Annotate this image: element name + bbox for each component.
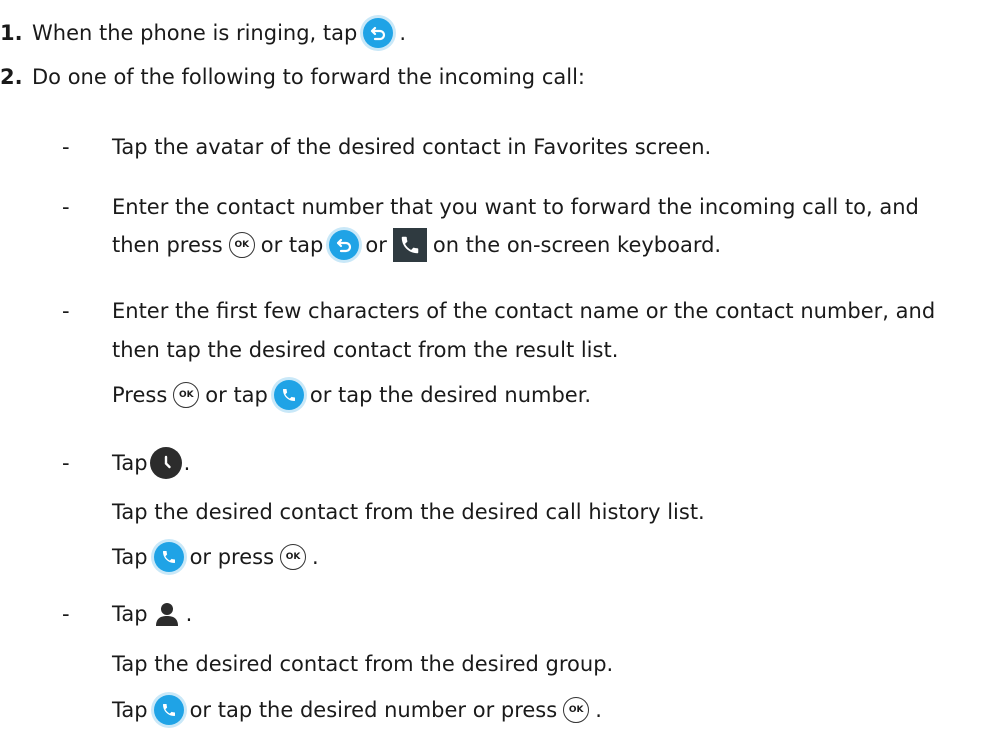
option-history-line3: Tap or press OK .	[0, 537, 319, 577]
option-directory: - Tap .	[0, 594, 192, 634]
option-enter-number-line2: then press OK or tap or on the on-screen…	[0, 225, 721, 265]
step-1: 1. When the phone is ringing, tap .	[0, 13, 406, 53]
bullet: -	[62, 451, 70, 475]
bullet: -	[62, 602, 70, 626]
option-text: on the on-screen keyboard.	[432, 233, 722, 257]
keyboard-send-icon	[392, 228, 427, 262]
option-text-end: .	[185, 602, 193, 626]
option-enter-chars: - Enter the first few characters of the …	[0, 291, 935, 331]
option-text: or press	[189, 545, 275, 569]
bullet: -	[62, 135, 70, 159]
step-number: 2.	[0, 65, 23, 89]
option-enter-chars-line3: Press OK or tap or tap the desired numbe…	[0, 375, 591, 415]
call-icon	[273, 380, 304, 410]
option-text: Tap	[112, 602, 148, 626]
ok-key-icon: OK	[173, 382, 200, 408]
ok-key-icon: OK	[280, 544, 307, 570]
directory-icon	[152, 599, 182, 629]
option-text: Tap	[112, 545, 148, 569]
option-text: Enter the first few characters of the co…	[112, 299, 936, 323]
step-text-end: .	[399, 21, 407, 45]
option-history-line2: Tap the desired contact from the desired…	[0, 492, 705, 532]
option-text: Tap	[112, 451, 148, 475]
option-text: Tap the desired contact from the desired…	[112, 652, 614, 676]
option-text: or tap	[260, 233, 324, 257]
call-icon	[153, 542, 184, 572]
step-number: 1.	[0, 21, 23, 45]
ok-key-icon: OK	[228, 232, 255, 258]
forward-icon	[363, 18, 394, 48]
option-text: Enter the contact number that you want t…	[112, 195, 919, 219]
option-text: Tap	[112, 698, 148, 722]
option-enter-number: - Enter the contact number that you want…	[0, 187, 919, 227]
ok-key-icon: OK	[563, 697, 590, 723]
bullet: -	[62, 195, 70, 219]
option-text: then tap the desired contact from the re…	[112, 338, 619, 362]
option-favorites: - Tap the avatar of the desired contact …	[0, 127, 711, 167]
option-text: or tap the desired number.	[309, 383, 592, 407]
option-text-end: .	[595, 698, 602, 722]
option-text-end: .	[312, 545, 319, 569]
option-text: Tap the desired contact from the desired…	[112, 500, 705, 524]
option-text: or tap	[205, 383, 268, 407]
option-text: Press	[112, 383, 168, 407]
option-text: or tap the desired number or press	[189, 698, 558, 722]
history-icon	[149, 447, 182, 479]
option-directory-line3: Tap or tap the desired number or press O…	[0, 690, 602, 730]
call-icon	[153, 695, 184, 725]
option-enter-chars-line2: then tap the desired contact from the re…	[0, 330, 618, 370]
step-text: When the phone is ringing, tap	[32, 21, 358, 45]
step-text: Do one of the following to forward the i…	[32, 65, 585, 89]
forward-icon	[329, 230, 360, 260]
step-2: 2. Do one of the following to forward th…	[0, 57, 585, 97]
option-text: then press	[112, 233, 223, 257]
option-history: - Tap .	[0, 443, 190, 483]
option-text-end: .	[183, 451, 191, 475]
option-text: Tap the avatar of the desired contact in…	[112, 135, 712, 159]
bullet: -	[62, 299, 70, 323]
option-directory-line2: Tap the desired contact from the desired…	[0, 644, 613, 684]
option-text: or	[365, 233, 387, 257]
